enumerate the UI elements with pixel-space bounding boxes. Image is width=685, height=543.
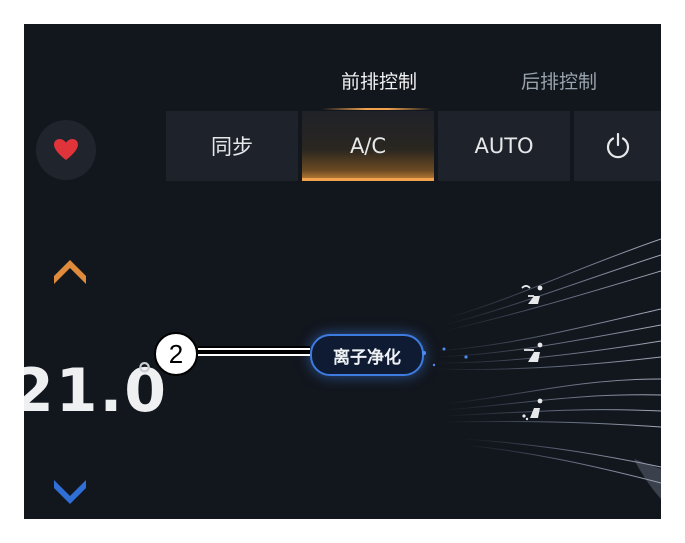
tab-rear-label: 后排控制 bbox=[520, 71, 597, 93]
vent-face-button[interactable] bbox=[518, 340, 548, 366]
vent-face-windshield-icon bbox=[521, 285, 543, 304]
power-icon bbox=[606, 132, 629, 159]
temp-up-icon bbox=[54, 260, 86, 284]
ion-purify-label: 离子净化 bbox=[333, 347, 401, 368]
temperature-unit: ° bbox=[136, 356, 153, 396]
ac-label: A/C bbox=[349, 134, 387, 158]
callout-number-label: 2 bbox=[168, 338, 184, 369]
sync-label: 同步 bbox=[211, 135, 253, 159]
temp-down-button[interactable] bbox=[50, 474, 90, 514]
heart-icon bbox=[54, 139, 78, 160]
callout-leader-line-inner bbox=[198, 348, 310, 356]
auto-button[interactable]: AUTO bbox=[438, 111, 570, 181]
climate-screen: 前排控制 后排控制 同步 A/C AUTO 21.0 ° 离子净化 bbox=[24, 24, 661, 519]
callout-number: 2 bbox=[154, 332, 198, 376]
sync-button[interactable]: 同步 bbox=[166, 111, 298, 181]
vent-feet-button[interactable] bbox=[518, 396, 548, 422]
active-tab-indicator bbox=[322, 108, 432, 110]
vent-face-windshield-button[interactable] bbox=[518, 282, 548, 308]
vent-face-icon bbox=[524, 342, 543, 362]
temp-up-button[interactable] bbox=[50, 254, 90, 294]
tab-rear-control[interactable]: 后排控制 bbox=[484, 52, 634, 112]
zone-tabs: 前排控制 后排控制 bbox=[304, 52, 661, 112]
auto-label: AUTO bbox=[474, 134, 534, 158]
tab-front-control[interactable]: 前排控制 bbox=[304, 52, 454, 112]
vent-feet-icon bbox=[522, 398, 543, 421]
power-button[interactable] bbox=[574, 111, 661, 181]
ac-button[interactable]: A/C bbox=[302, 111, 434, 181]
favorite-button[interactable] bbox=[36, 120, 96, 180]
temp-down-icon bbox=[54, 480, 86, 504]
ion-purify-button[interactable]: 离子净化 bbox=[310, 334, 424, 376]
tab-front-label: 前排控制 bbox=[340, 71, 417, 93]
ion-particles bbox=[422, 347, 468, 367]
